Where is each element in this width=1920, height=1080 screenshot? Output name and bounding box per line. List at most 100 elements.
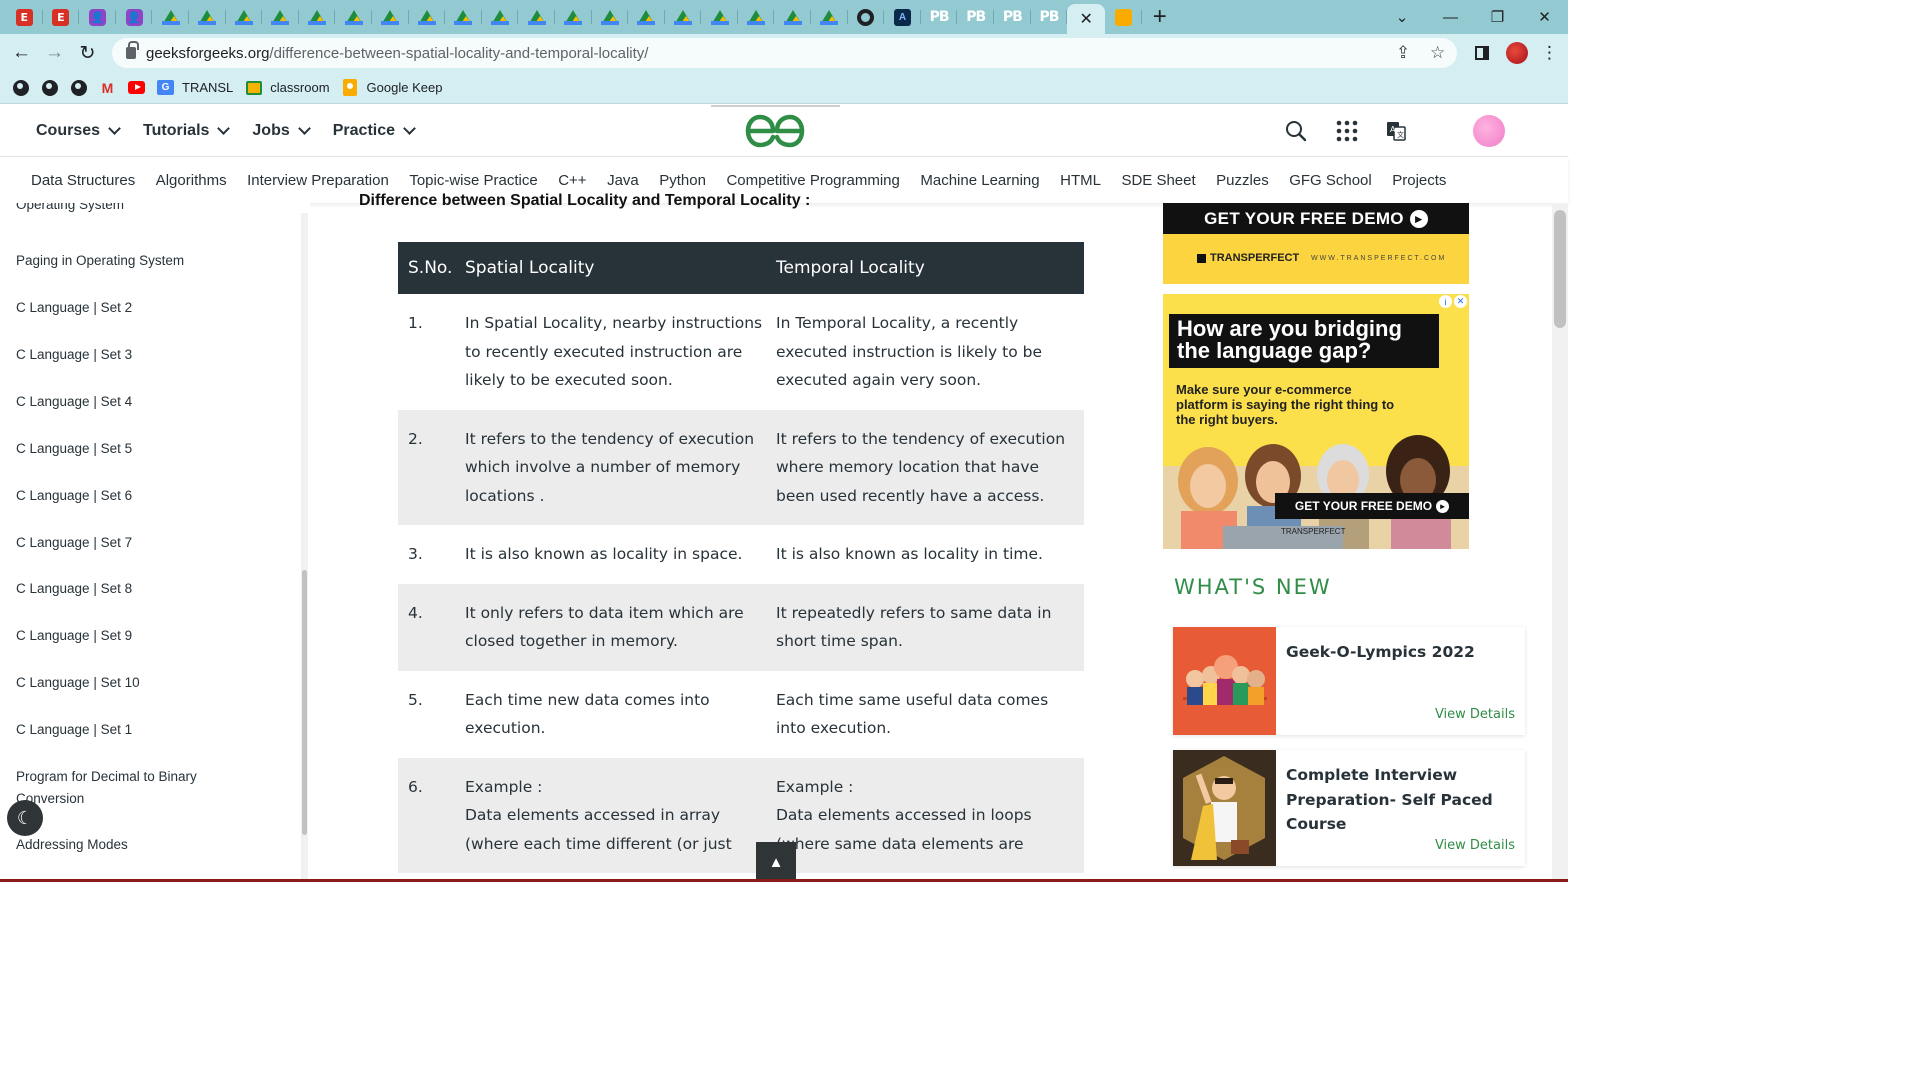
sidebar-item[interactable]: C Language | Set 10 [16, 672, 236, 694]
menu-button[interactable]: ⋮ [1533, 36, 1566, 70]
browser-tab[interactable]: 👤 [116, 0, 153, 34]
sidebar-item[interactable]: C Language | Set 9 [16, 625, 236, 647]
browser-tab[interactable] [226, 0, 263, 34]
active-tab[interactable]: ✕ [1067, 4, 1106, 34]
browser-tab[interactable] [409, 0, 446, 34]
browser-tab[interactable] [665, 0, 702, 34]
sub-nav-item[interactable]: Interview Preparation [247, 172, 389, 189]
ad-banner-top[interactable]: GET YOUR FREE DEMO ► TRANSPERFECT WWW.TR… [1163, 203, 1469, 284]
main-nav-jobs[interactable]: Jobs [252, 122, 311, 140]
main-nav-tutorials[interactable]: Tutorials [143, 122, 231, 140]
sidebar-item[interactable]: C Language | Set 2 [16, 297, 236, 319]
sub-nav-item[interactable]: Java [607, 172, 639, 189]
sidebar-item[interactable]: C Language | Set 4 [16, 391, 236, 413]
sub-nav-item[interactable]: Competitive Programming [726, 172, 899, 189]
back-button[interactable]: ← [5, 36, 38, 70]
browser-tab[interactable] [701, 0, 738, 34]
star-icon[interactable]: ☆ [1430, 43, 1445, 63]
minimize-button[interactable]: — [1427, 0, 1474, 34]
user-avatar[interactable] [1473, 115, 1505, 147]
reload-button[interactable]: ↻ [71, 36, 104, 70]
header-search-button[interactable] [1284, 105, 1308, 157]
browser-tab[interactable] [372, 0, 409, 34]
main-nav-courses[interactable]: Courses [36, 122, 121, 140]
main-nav-practice[interactable]: Practice [333, 122, 416, 140]
browser-tab[interactable]: PB [957, 0, 994, 34]
browser-tab[interactable]: E [6, 0, 43, 34]
browser-tab[interactable] [152, 0, 189, 34]
news-card[interactable]: Complete Interview Preparation- Self Pac… [1173, 750, 1525, 866]
sub-nav-item[interactable]: HTML [1060, 172, 1101, 189]
bookmark-item[interactable]: G TRANSL [151, 75, 239, 101]
browser-tab[interactable] [592, 0, 629, 34]
ad-banner-main[interactable]: i ✕ How are you bridging the language ga… [1163, 294, 1469, 549]
dark-mode-toggle[interactable]: ☾ [7, 800, 43, 836]
browser-tab[interactable] [555, 0, 592, 34]
ad-info-icon[interactable]: i [1439, 295, 1452, 308]
forward-button[interactable]: → [38, 36, 71, 70]
browser-tab[interactable] [628, 0, 665, 34]
browser-tab[interactable]: E [43, 0, 80, 34]
profile-button[interactable] [1500, 36, 1533, 70]
sub-nav-item[interactable]: Data Structures [31, 172, 135, 189]
bookmark-item[interactable]: M [93, 75, 122, 101]
sidebar-item[interactable]: Program for Decimal to Binary Conversion [16, 766, 236, 810]
tab-search-button[interactable]: ⌄ [1377, 0, 1427, 34]
sub-nav-item[interactable]: C++ [558, 172, 586, 189]
bookmark-item[interactable] [6, 75, 35, 101]
browser-tab[interactable] [738, 0, 775, 34]
restore-button[interactable]: ❐ [1474, 0, 1521, 34]
sub-nav-item[interactable]: Python [659, 172, 706, 189]
browser-tab[interactable]: 👤 [79, 0, 116, 34]
browser-tab[interactable] [848, 0, 885, 34]
browser-tab[interactable] [335, 0, 372, 34]
page-scroll-thumb[interactable] [1554, 210, 1566, 328]
bookmark-item[interactable]: classroom [239, 75, 335, 101]
sidebar-item[interactable]: C Language | Set 5 [16, 438, 236, 460]
translate-button[interactable]: A文 [1386, 105, 1406, 157]
apps-button[interactable] [1336, 105, 1358, 157]
browser-tab[interactable] [482, 0, 519, 34]
news-card[interactable]: Geek-O-Lympics 2022 View Details [1173, 627, 1525, 735]
gfg-logo[interactable] [745, 114, 805, 148]
back-to-top-button[interactable]: ▲ [756, 842, 796, 882]
new-tab-button[interactable]: + [1142, 0, 1178, 34]
browser-tab[interactable] [1105, 0, 1142, 34]
browser-tab[interactable] [189, 0, 226, 34]
browser-tab[interactable] [262, 0, 299, 34]
card-title[interactable]: Complete Interview Preparation- Self Pac… [1286, 763, 1516, 837]
browser-tab[interactable] [299, 0, 336, 34]
browser-tab[interactable] [518, 0, 555, 34]
bookmark-item[interactable] [64, 75, 93, 101]
sidebar-item[interactable]: C Language | Set 6 [16, 485, 236, 507]
sidebar-item[interactable]: Operating System [16, 203, 236, 216]
browser-tab[interactable] [774, 0, 811, 34]
sidebar-item[interactable]: C Language | Set 1 [16, 719, 236, 741]
sidebar-item[interactable]: C Language | Set 7 [16, 532, 236, 554]
bookmark-item[interactable]: Google Keep [336, 75, 449, 101]
ad-close-icon[interactable]: ✕ [1454, 295, 1467, 308]
share-icon[interactable]: ⇪ [1396, 43, 1410, 63]
bookmark-item[interactable] [35, 75, 64, 101]
browser-tab[interactable]: PB [994, 0, 1031, 34]
sub-nav-item[interactable]: Topic-wise Practice [409, 172, 537, 189]
browser-tab[interactable]: PB [1031, 0, 1068, 34]
card-title[interactable]: Geek-O-Lympics 2022 [1286, 640, 1516, 665]
browser-tab[interactable]: PB [921, 0, 958, 34]
close-tab-icon[interactable]: ✕ [1080, 9, 1093, 29]
sub-nav-item[interactable]: Algorithms [156, 172, 227, 189]
sub-nav-item[interactable]: Puzzles [1216, 172, 1269, 189]
bookmark-item[interactable] [122, 75, 151, 101]
sidebar-item[interactable]: Paging in Operating System [16, 250, 236, 272]
address-bar[interactable]: geeksforgeeks.org/difference-between-spa… [112, 38, 1457, 68]
sub-nav-item[interactable]: Machine Learning [920, 172, 1039, 189]
sub-nav-item[interactable]: GFG School [1289, 172, 1372, 189]
sub-nav-item[interactable]: SDE Sheet [1121, 172, 1195, 189]
close-window-button[interactable]: ✕ [1521, 0, 1568, 34]
browser-tab[interactable] [445, 0, 482, 34]
view-details-link[interactable]: View Details [1435, 838, 1515, 853]
view-details-link[interactable]: View Details [1435, 707, 1515, 722]
sidebar-item[interactable]: C Language | Set 3 [16, 344, 236, 366]
side-panel-button[interactable] [1465, 36, 1498, 70]
sidebar-scroll-thumb[interactable] [302, 570, 307, 835]
